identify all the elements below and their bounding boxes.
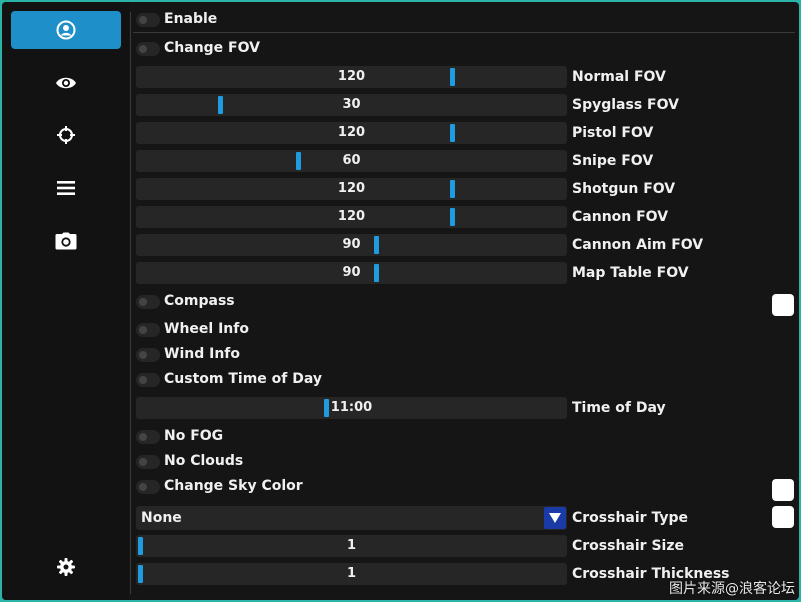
triangle-down-icon (549, 513, 561, 523)
cannon-fov-slider[interactable]: 120 (136, 206, 567, 228)
slider-value: 120 (337, 181, 366, 196)
slider-thumb[interactable] (138, 565, 143, 583)
pistol-fov-slider[interactable]: 120 (136, 122, 567, 144)
normal-fov-slider[interactable]: 120 (136, 66, 567, 88)
settings-window: Enable Change FOV 120 Normal FOV 30 Spyg… (2, 2, 799, 600)
spyglass-fov-slider[interactable]: 30 (136, 94, 567, 116)
slider-thumb[interactable] (323, 399, 329, 417)
enable-toggle[interactable] (136, 13, 160, 27)
shotgun-fov-slider[interactable]: 120 (136, 178, 567, 200)
map-table-fov-slider[interactable]: 90 (136, 262, 567, 284)
watermark: 图片来源@浪客论坛 (669, 581, 795, 597)
no-fog-toggle[interactable] (136, 430, 160, 444)
crosshair-type-value: None (141, 510, 182, 526)
cannon-aim-fov-slider[interactable]: 90 (136, 234, 567, 256)
slider-thumb[interactable] (218, 96, 224, 114)
eye-icon (56, 77, 76, 89)
slider-value: 90 (342, 237, 361, 252)
settings-button[interactable] (11, 548, 121, 586)
sidebar-item-aim[interactable] (11, 116, 121, 154)
map-table-fov-label: Map Table FOV (572, 265, 689, 281)
no-fog-label: No FOG (164, 428, 224, 444)
crosshair-thickness-slider[interactable]: 1 (136, 563, 567, 585)
slider-value: 30 (342, 97, 361, 112)
user-icon (56, 20, 76, 40)
time-of-day-slider[interactable]: 11:00 (136, 397, 567, 419)
crosshair-type-label: Crosshair Type (572, 510, 688, 526)
compass-color-swatch[interactable] (772, 294, 794, 316)
slider-thumb[interactable] (450, 68, 456, 86)
pistol-fov-label: Pistol FOV (572, 125, 654, 141)
sidebar-divider (130, 12, 131, 594)
wheel-info-label: Wheel Info (164, 321, 249, 337)
crosshair-type-dropdown[interactable]: None (136, 506, 567, 530)
custom-time-toggle[interactable] (136, 373, 160, 387)
menu-icon (57, 181, 75, 195)
enable-label: Enable (164, 11, 218, 27)
slider-value: 120 (337, 69, 366, 84)
slider-value: 90 (342, 265, 361, 280)
slider-value: 120 (337, 125, 366, 140)
slider-thumb[interactable] (450, 124, 456, 142)
compass-toggle[interactable] (136, 295, 160, 309)
header-divider (133, 32, 795, 33)
spyglass-fov-label: Spyglass FOV (572, 97, 679, 113)
slider-value: 120 (337, 209, 366, 224)
wheel-info-toggle[interactable] (136, 323, 160, 337)
shotgun-fov-label: Shotgun FOV (572, 181, 676, 197)
slider-value: 11:00 (330, 400, 373, 415)
sky-color-swatch[interactable] (772, 479, 794, 501)
crosshair-color-swatch[interactable] (772, 506, 794, 528)
slider-thumb[interactable] (450, 180, 456, 198)
wind-info-toggle[interactable] (136, 348, 160, 362)
slider-value: 1 (346, 566, 357, 581)
crosshair-icon (57, 126, 75, 144)
slider-value: 60 (342, 153, 361, 168)
sidebar-item-visuals[interactable] (11, 64, 121, 102)
sidebar-item-misc[interactable] (11, 169, 121, 207)
crosshair-size-slider[interactable]: 1 (136, 535, 567, 557)
change-fov-label: Change FOV (164, 40, 260, 56)
change-sky-color-label: Change Sky Color (164, 478, 303, 494)
time-of-day-label: Time of Day (572, 400, 666, 416)
dropdown-toggle[interactable] (544, 507, 566, 529)
slider-thumb[interactable] (450, 208, 456, 226)
gear-icon (57, 558, 75, 576)
change-fov-toggle[interactable] (136, 42, 160, 56)
slider-thumb[interactable] (296, 152, 302, 170)
sidebar (2, 2, 129, 600)
cannon-aim-fov-label: Cannon Aim FOV (572, 237, 704, 253)
no-clouds-toggle[interactable] (136, 455, 160, 469)
snipe-fov-label: Snipe FOV (572, 153, 654, 169)
snipe-fov-slider[interactable]: 60 (136, 150, 567, 172)
no-clouds-label: No Clouds (164, 453, 244, 469)
wind-info-label: Wind Info (164, 346, 240, 362)
custom-time-label: Custom Time of Day (164, 371, 322, 387)
sidebar-item-camera[interactable] (11, 222, 121, 260)
normal-fov-label: Normal FOV (572, 69, 666, 85)
sidebar-item-player[interactable] (11, 11, 121, 49)
slider-value: 1 (346, 538, 357, 553)
cannon-fov-label: Cannon FOV (572, 209, 669, 225)
crosshair-size-label: Crosshair Size (572, 538, 684, 554)
compass-label: Compass (164, 293, 235, 309)
slider-thumb[interactable] (374, 236, 380, 254)
slider-thumb[interactable] (374, 264, 380, 282)
slider-thumb[interactable] (138, 537, 143, 555)
camera-icon (55, 232, 77, 250)
change-sky-color-toggle[interactable] (136, 480, 160, 494)
